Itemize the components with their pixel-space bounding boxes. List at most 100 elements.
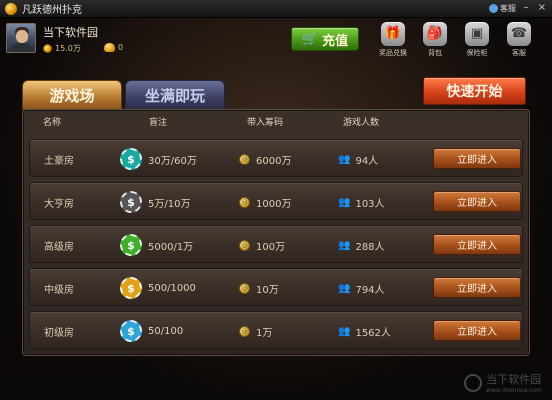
buyin-value: 6000万 bbox=[256, 155, 292, 167]
blinds-cell: $ 50/100 bbox=[120, 312, 183, 350]
buyin-cell: ◎ 10万 bbox=[239, 269, 279, 307]
buyin-value: 10万 bbox=[256, 284, 279, 296]
coin-amount: 15.0万 bbox=[55, 44, 81, 53]
safe-icon: ▣ bbox=[465, 22, 489, 46]
table-row: 土豪房 $ 30万/60万 ◎ 6000万 👥 94人 立即进入 bbox=[29, 139, 523, 177]
coin-icon: ◎ bbox=[239, 239, 250, 251]
watermark: 当下软件园 www.downxia.com bbox=[464, 371, 542, 394]
enter-room-button[interactable]: 立即进入 bbox=[433, 234, 521, 255]
players-cell: 👥 794人 bbox=[338, 269, 385, 307]
coin-icon: ◎ bbox=[239, 282, 250, 294]
table-row: 高级房 $ 5000/1万 ◎ 100万 👥 288人 立即进入 bbox=[29, 225, 523, 263]
gold-amount: 0 bbox=[118, 43, 124, 52]
watermark-text: 当下软件园 bbox=[486, 373, 542, 386]
players-value: 288人 bbox=[355, 241, 385, 253]
coin-icon: ◎ bbox=[239, 153, 250, 165]
cart-icon: 🛒 bbox=[301, 31, 319, 47]
players-cell: 👥 1562人 bbox=[338, 312, 391, 350]
chip-icon: $ bbox=[120, 148, 142, 170]
titlebar-controls: 客服 – × bbox=[489, 2, 548, 14]
support-label: 客服 bbox=[512, 49, 526, 57]
gift-icon: 🎁 bbox=[381, 22, 405, 46]
service-button[interactable]: 客服 bbox=[489, 3, 516, 14]
avatar[interactable] bbox=[6, 23, 36, 53]
people-icon: 👥 bbox=[338, 196, 351, 208]
table-row: 初级房 $ 50/100 ◎ 1万 👥 1562人 立即进入 bbox=[29, 311, 523, 349]
buyin-value: 100万 bbox=[256, 241, 286, 253]
watermark-logo-icon bbox=[464, 373, 483, 392]
enter-room-button[interactable]: 立即进入 bbox=[433, 148, 521, 169]
coin-balance: 15.0万 bbox=[43, 43, 81, 54]
game-lobby-window: 凡跃德州扑克 客服 – × 当下软件园 15.0万 0 🛒 充值 🎁 奖品兑换 … bbox=[0, 0, 552, 400]
blinds-value: 50/100 bbox=[148, 325, 184, 337]
people-icon: 👥 bbox=[338, 325, 351, 337]
room-name: 中级房 bbox=[44, 284, 74, 296]
blinds-cell: $ 5000/1万 bbox=[120, 226, 193, 264]
service-icon bbox=[489, 3, 498, 13]
blinds-value: 5000/1万 bbox=[148, 241, 194, 253]
col-buyin: 带入筹码 bbox=[247, 118, 284, 128]
chip-icon: $ bbox=[120, 234, 142, 256]
col-name: 名称 bbox=[43, 118, 62, 128]
minimize-button[interactable]: – bbox=[520, 2, 532, 14]
room-name: 土豪房 bbox=[44, 155, 74, 167]
people-icon: 👥 bbox=[338, 153, 351, 165]
room-name: 高级房 bbox=[44, 241, 74, 253]
header-shortcuts: 🎁 奖品兑换 🎒 背包 ▣ 保险柜 ☎ 客服 bbox=[372, 22, 540, 58]
buyin-value: 1000万 bbox=[256, 198, 292, 210]
prize-exchange-label: 奖品兑换 bbox=[379, 49, 407, 57]
blinds-value: 30万/60万 bbox=[148, 155, 197, 167]
table-row: 大亨房 $ 5万/10万 ◎ 1000万 👥 103人 立即进入 bbox=[29, 182, 523, 220]
backpack-icon: 🎒 bbox=[423, 22, 447, 46]
prize-exchange-button[interactable]: 🎁 奖品兑换 bbox=[372, 22, 414, 58]
room-table: 名称 盲注 带入筹码 游戏人数 土豪房 $ 30万/60万 ◎ 6000万 👥 … bbox=[22, 109, 530, 356]
blinds-cell: $ 30万/60万 bbox=[120, 140, 197, 178]
table-header: 名称 盲注 带入筹码 游戏人数 bbox=[23, 110, 529, 132]
support-icon: ☎ bbox=[507, 22, 531, 46]
players-value: 103人 bbox=[355, 198, 385, 210]
service-label: 客服 bbox=[500, 3, 516, 13]
enter-room-button[interactable]: 立即进入 bbox=[433, 277, 521, 298]
coin-icon: ◎ bbox=[239, 196, 250, 208]
backpack-button[interactable]: 🎒 背包 bbox=[414, 22, 456, 58]
safe-button[interactable]: ▣ 保险柜 bbox=[456, 22, 498, 58]
players-cell: 👥 94人 bbox=[338, 140, 378, 178]
tab-sit-and-go[interactable]: 坐满即玩 bbox=[125, 80, 225, 110]
close-button[interactable]: × bbox=[536, 2, 548, 14]
table-row: 中级房 $ 500/1000 ◎ 10万 👥 794人 立即进入 bbox=[29, 268, 523, 306]
col-players: 游戏人数 bbox=[343, 118, 380, 128]
blinds-value: 5万/10万 bbox=[148, 198, 191, 210]
players-value: 794人 bbox=[355, 284, 385, 296]
recharge-label: 充值 bbox=[322, 33, 349, 49]
blinds-value: 500/1000 bbox=[148, 282, 196, 294]
username: 当下软件园 bbox=[43, 26, 98, 39]
people-icon: 👥 bbox=[338, 282, 351, 294]
gold-icon bbox=[104, 43, 115, 52]
buyin-cell: ◎ 6000万 bbox=[239, 140, 291, 178]
header: 当下软件园 15.0万 0 🛒 充值 🎁 奖品兑换 🎒 背包 ▣ 保险柜 ☎ 客… bbox=[0, 18, 552, 70]
players-cell: 👥 103人 bbox=[338, 183, 385, 221]
title-bar: 凡跃德州扑克 客服 – × bbox=[0, 0, 552, 18]
backpack-label: 背包 bbox=[428, 49, 442, 57]
app-title: 凡跃德州扑克 bbox=[22, 5, 82, 16]
chip-icon: $ bbox=[120, 277, 142, 299]
tab-game-hall[interactable]: 游戏场 bbox=[22, 80, 122, 110]
gold-balance: 0 bbox=[104, 43, 123, 52]
support-button[interactable]: ☎ 客服 bbox=[498, 22, 540, 58]
quick-start-button[interactable]: 快速开始 bbox=[423, 77, 526, 105]
players-cell: 👥 288人 bbox=[338, 226, 385, 264]
recharge-button[interactable]: 🛒 充值 bbox=[291, 27, 359, 51]
safe-label: 保险柜 bbox=[466, 49, 488, 57]
coin-icon bbox=[43, 44, 52, 53]
chip-icon: $ bbox=[120, 320, 142, 342]
players-value: 94人 bbox=[355, 155, 379, 167]
blinds-cell: $ 5万/10万 bbox=[120, 183, 190, 221]
enter-room-button[interactable]: 立即进入 bbox=[433, 191, 521, 212]
people-icon: 👥 bbox=[338, 239, 351, 251]
blinds-cell: $ 500/1000 bbox=[120, 269, 196, 307]
app-logo-icon bbox=[5, 2, 17, 15]
buyin-cell: ◎ 1万 bbox=[239, 312, 272, 350]
enter-room-button[interactable]: 立即进入 bbox=[433, 320, 521, 341]
watermark-sub: www.downxia.com bbox=[486, 387, 542, 394]
players-value: 1562人 bbox=[355, 327, 391, 339]
